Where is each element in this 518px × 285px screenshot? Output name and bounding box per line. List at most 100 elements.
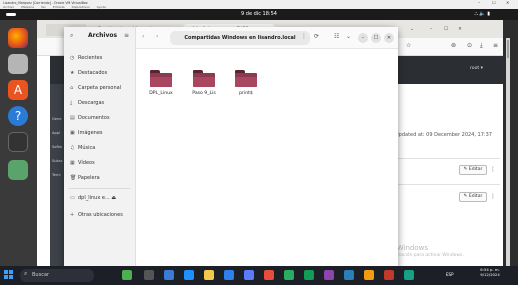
- files-icon[interactable]: [8, 54, 28, 74]
- row-menu-button[interactable]: ⋮: [490, 193, 496, 200]
- image-icon: ▣: [70, 130, 75, 136]
- folder-label[interactable]: Paso 9_Lis: [186, 91, 222, 96]
- downloads-icon[interactable]: ⤓: [480, 42, 483, 50]
- sidebar-item-home[interactable]: ⌂ Carpeta personal: [70, 85, 121, 91]
- page-scrollbar[interactable]: [506, 38, 510, 266]
- view-options-icon[interactable]: ⌄: [346, 33, 351, 40]
- document-icon: ▤: [70, 115, 75, 121]
- sidebar-item-network-share[interactable]: ▭ dpl_linux e... ⏏: [70, 195, 116, 201]
- side-label-subscription[interactable]: Subsc: [52, 159, 63, 163]
- folder-icon[interactable]: [235, 70, 257, 87]
- sidebar-item-videos[interactable]: ▦ Vídeos: [70, 160, 95, 166]
- forward-icon[interactable]: ›: [156, 33, 158, 40]
- app-icon[interactable]: [264, 270, 274, 280]
- folder-icon[interactable]: [150, 70, 172, 87]
- app-icon[interactable]: [384, 270, 394, 280]
- widget-icon[interactable]: [122, 270, 132, 280]
- activities-button[interactable]: [6, 13, 16, 16]
- edit-button[interactable]: ✎ Editar: [459, 165, 487, 175]
- download-icon: ⤓: [70, 100, 73, 106]
- edit-button[interactable]: ✎ Editar: [459, 192, 487, 202]
- side-label-general[interactable]: Gene: [52, 117, 62, 121]
- vbox-minimize-button[interactable]: –: [478, 0, 480, 5]
- browser-close-button[interactable]: ✕: [455, 24, 467, 36]
- gnome-top-bar: 9 de dic 18:54 ⛬ 🔈 ▮: [0, 9, 518, 20]
- scrollbar-thumb[interactable]: [507, 40, 509, 58]
- star-icon: ★: [70, 70, 75, 76]
- search-label: Buscar: [32, 272, 50, 278]
- music-icon: ♫: [70, 145, 75, 151]
- firefox-icon[interactable]: [8, 28, 28, 48]
- account-icon[interactable]: ⊙: [467, 42, 472, 49]
- sidebar-item-music[interactable]: ♫ Música: [70, 145, 95, 151]
- system-status-icons[interactable]: ⛬ 🔈 ▮: [474, 9, 490, 20]
- help-icon[interactable]: ?: [8, 106, 28, 126]
- bookmark-star-icon[interactable]: ☆: [406, 42, 411, 49]
- trash-icon[interactable]: [8, 160, 28, 180]
- side-label-terminal[interactable]: Terni: [52, 173, 61, 177]
- drive-icon: ▭: [70, 195, 75, 201]
- task-view-icon[interactable]: [144, 270, 154, 280]
- files-minimize-button[interactable]: –: [358, 33, 368, 43]
- updated-timestamp: Updated at: 09 December 2024, 17:37: [395, 132, 492, 138]
- tab-list-button[interactable]: ⌄: [407, 24, 419, 36]
- files-title: Archivos: [88, 32, 118, 39]
- clock-date: 9/12/2024: [480, 271, 500, 277]
- files-maximize-button[interactable]: ☐: [371, 33, 381, 43]
- side-label-apps[interactable]: Appl: [52, 131, 60, 135]
- sidebar-item-pictures[interactable]: ▣ Imágenes: [70, 130, 103, 136]
- vbox-maximize-button[interactable]: ☐: [492, 0, 496, 5]
- sidebar-item-downloads[interactable]: ⤓ Descargas: [70, 100, 104, 106]
- trash-icon: 🗑: [70, 175, 77, 181]
- user-menu[interactable]: root ▾: [470, 66, 483, 71]
- sidebar-item-documents[interactable]: ▤ Documentos: [70, 115, 110, 121]
- taskbar-clock[interactable]: 6:54 p. m. 9/12/2024: [476, 267, 504, 277]
- back-icon[interactable]: ‹: [142, 33, 144, 40]
- refresh-icon[interactable]: ⟳: [314, 33, 319, 40]
- folder-label[interactable]: print$: [228, 91, 264, 96]
- language-indicator[interactable]: ESP: [446, 272, 453, 277]
- sidebar-divider: [68, 188, 130, 189]
- browser-maximize-button[interactable]: ☐: [441, 24, 453, 36]
- software-icon[interactable]: A: [8, 80, 28, 100]
- windows-start-icon[interactable]: [4, 270, 14, 280]
- app-icon[interactable]: [164, 270, 174, 280]
- app-icon[interactable]: [344, 270, 354, 280]
- app-icon[interactable]: [324, 270, 334, 280]
- app-icon[interactable]: [404, 270, 414, 280]
- explorer-icon[interactable]: [204, 270, 214, 280]
- search-icon[interactable]: ⌕: [70, 32, 73, 40]
- app-icon[interactable]: [304, 270, 314, 280]
- folder-icon[interactable]: [193, 70, 215, 87]
- clock-icon: ◷: [70, 55, 75, 61]
- home-icon: ⌂: [70, 85, 74, 91]
- taskbar-search[interactable]: Buscar: [20, 269, 94, 282]
- top-clock[interactable]: 9 de dic 18:54: [241, 11, 277, 17]
- ubuntu-dock: A ?: [0, 20, 37, 266]
- plus-icon: +: [70, 212, 75, 218]
- app-icon[interactable]: [284, 270, 294, 280]
- terminal-icon[interactable]: [8, 132, 28, 152]
- video-icon: ▦: [70, 160, 75, 166]
- sidebar-item-recent[interactable]: ◷ Recientes: [70, 55, 102, 61]
- side-label-software[interactable]: Softw: [52, 145, 62, 149]
- row-menu-button[interactable]: ⋮: [490, 166, 496, 173]
- store-icon[interactable]: [224, 270, 234, 280]
- edge-icon[interactable]: [184, 270, 194, 280]
- extensions-icon[interactable]: ⊚: [451, 42, 456, 49]
- files-close-button[interactable]: ✕: [384, 33, 394, 43]
- vbox-close-button[interactable]: ✕: [506, 0, 509, 5]
- files-menu-icon[interactable]: ≡: [124, 32, 129, 39]
- path-bar[interactable]: Compartidas Windows en lisandro.local: [170, 31, 310, 45]
- app-menu-icon[interactable]: ≡: [493, 42, 498, 49]
- sidebar-item-other-locations[interactable]: + Otras ubicaciones: [70, 212, 123, 218]
- search-icon: ⌕: [24, 270, 28, 277]
- path-menu-icon[interactable]: ⋮: [301, 33, 307, 40]
- app-icon[interactable]: [244, 270, 254, 280]
- folder-label[interactable]: DPL_Linux: [143, 91, 179, 96]
- app-icon[interactable]: [364, 270, 374, 280]
- sidebar-item-trash[interactable]: 🗑 Papelera: [70, 175, 100, 181]
- sidebar-item-starred[interactable]: ★ Destacados: [70, 70, 107, 76]
- view-toggle-icon[interactable]: ☷: [334, 33, 339, 40]
- browser-minimize-button[interactable]: –: [427, 24, 439, 36]
